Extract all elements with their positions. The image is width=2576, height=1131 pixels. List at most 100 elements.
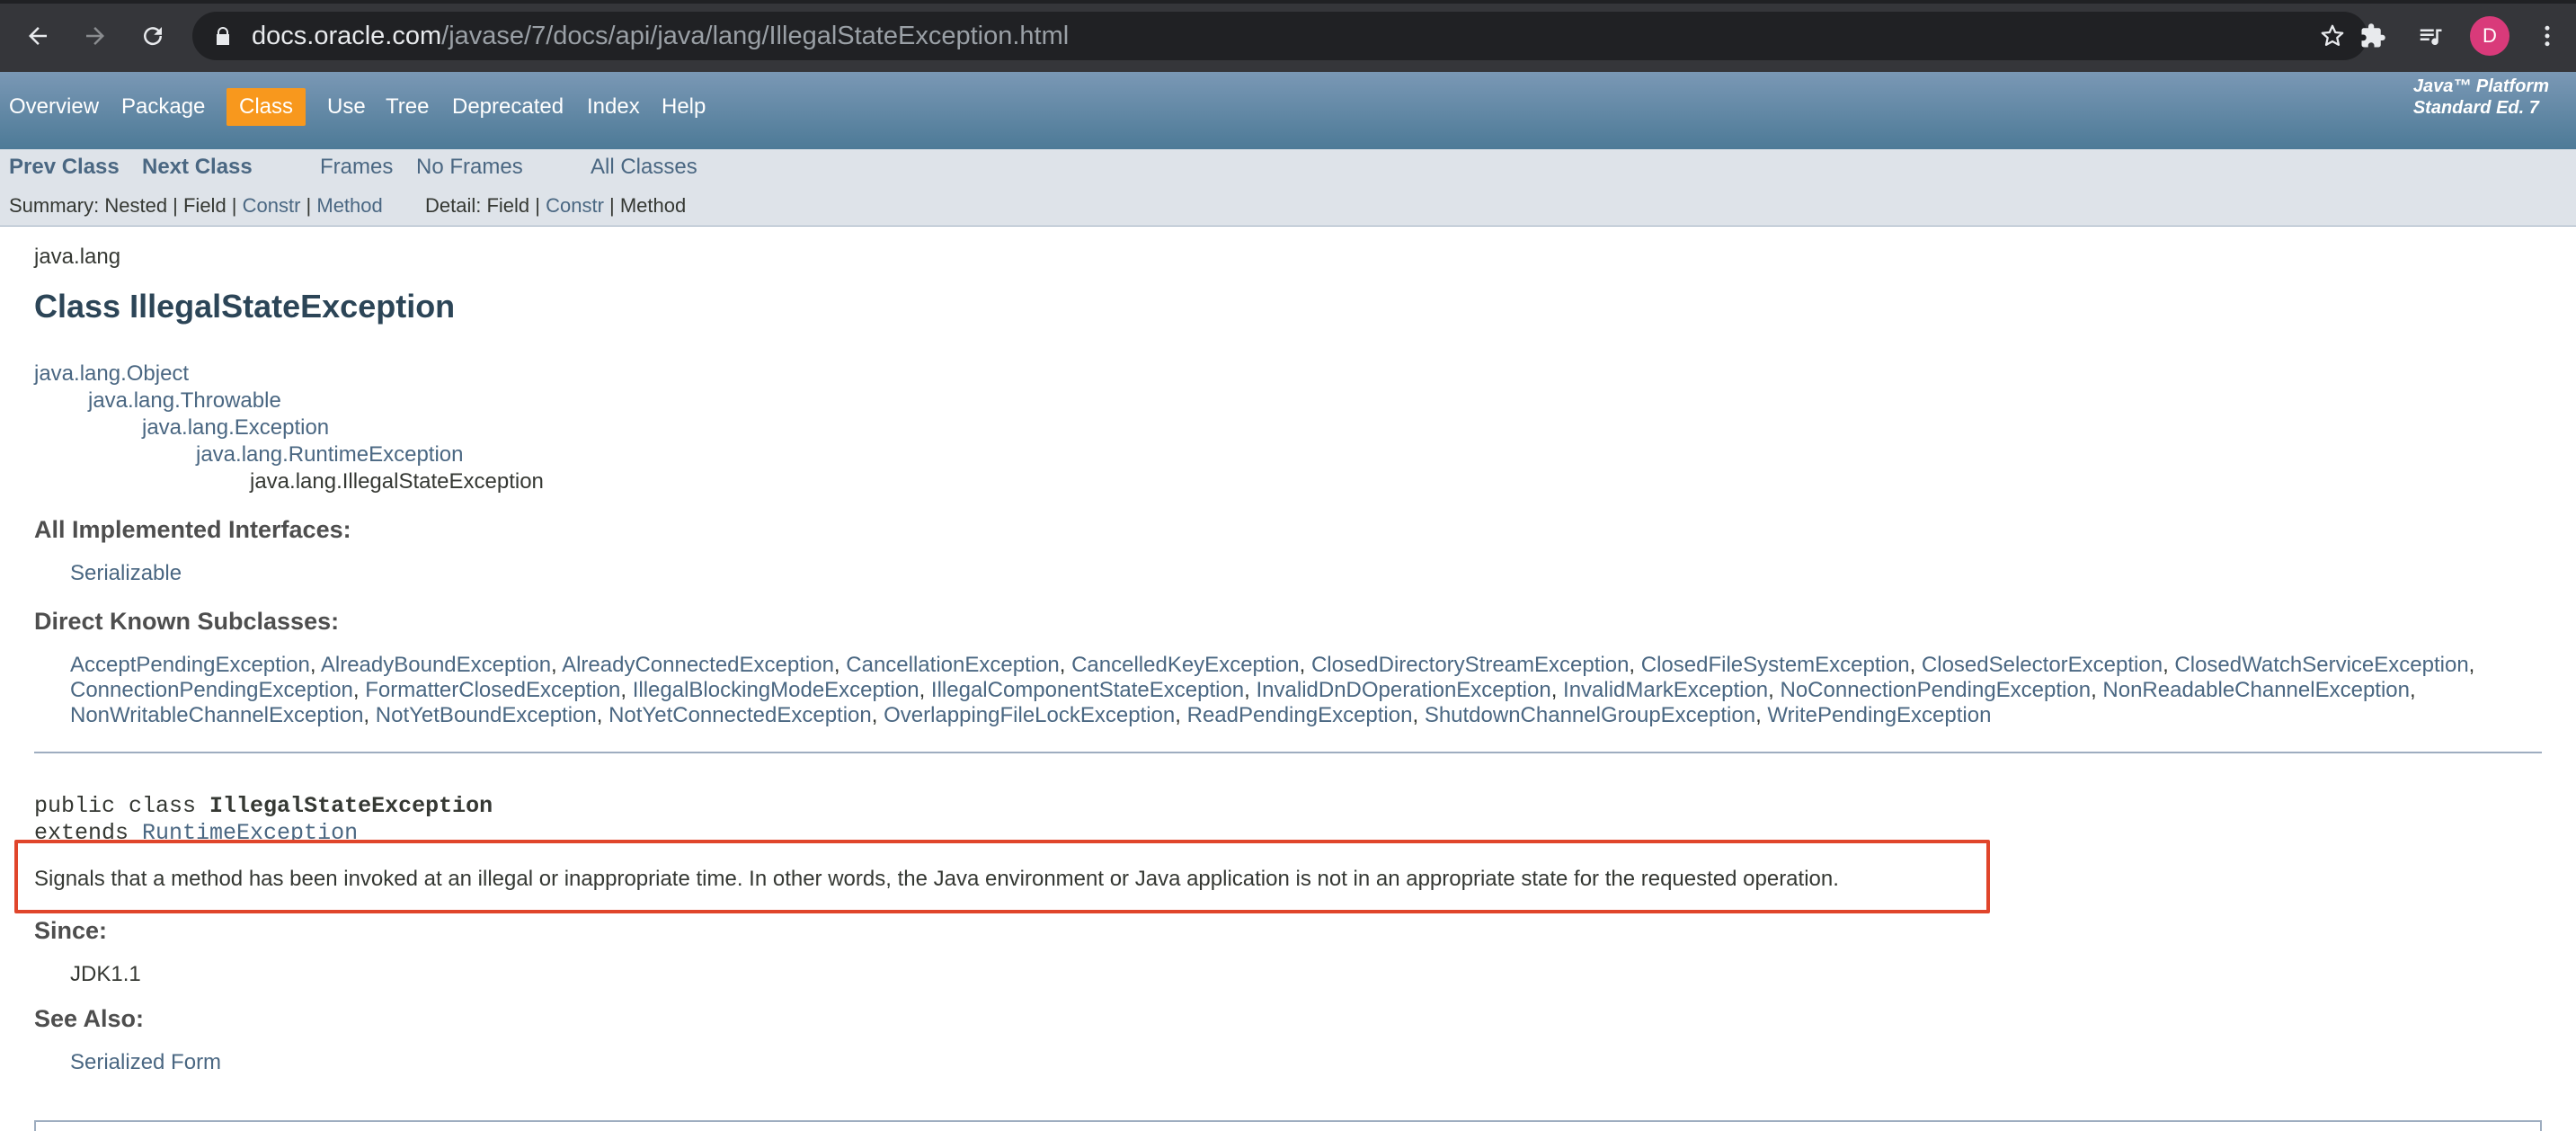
class-declaration: public class IllegalStateException <box>34 793 493 819</box>
url-path: /javase/7/docs/api/java/lang/IllegalStat… <box>441 22 1070 50</box>
subclass-link[interactable]: InvalidMarkException <box>1563 678 1768 702</box>
extends-prefix: extends <box>34 820 143 840</box>
subclass-separator: , <box>2409 678 2416 702</box>
next-class-link[interactable]: Next Class <box>142 155 253 180</box>
summary-constr-link[interactable]: Constr <box>243 194 301 217</box>
subclass-link[interactable]: NotYetBoundException <box>376 703 597 727</box>
subclass-link[interactable]: WritePendingException <box>1767 703 1991 727</box>
subclass-link[interactable]: AlreadyConnectedException <box>562 653 834 677</box>
subclass-separator: , <box>1412 703 1425 727</box>
nav-overview[interactable]: Overview <box>9 90 99 124</box>
inheritance-exception-link[interactable]: java.lang.Exception <box>142 415 329 441</box>
platform-label-line1: Java™ Platform <box>2412 76 2549 96</box>
subclass-link[interactable]: OverlappingFileLockException <box>884 703 1175 727</box>
extensions-puzzle-icon[interactable] <box>2357 20 2389 52</box>
subclass-separator: , <box>1755 703 1768 727</box>
subclass-separator: , <box>1244 678 1257 702</box>
since-value: JDK1.1 <box>70 962 141 986</box>
subclass-link[interactable]: AcceptPendingException <box>70 653 310 677</box>
top-navigation-bar: Overview Package Class Use Tree Deprecat… <box>0 72 2576 149</box>
subclass-link[interactable]: AlreadyBoundException <box>321 653 551 677</box>
forward-arrow-icon[interactable] <box>79 20 111 52</box>
subclass-link[interactable]: ReadPendingException <box>1187 703 1413 727</box>
inheritance-runtimeexception-link[interactable]: java.lang.RuntimeException <box>196 442 464 468</box>
media-queue-icon[interactable] <box>2414 20 2447 52</box>
nav-help[interactable]: Help <box>662 90 706 124</box>
inheritance-throwable-link[interactable]: java.lang.Throwable <box>88 388 281 414</box>
interfaces-heading: All Implemented Interfaces: <box>34 516 351 543</box>
subclass-separator: , <box>309 653 321 677</box>
subclass-link[interactable]: FormatterClosedException <box>365 678 620 702</box>
subclass-separator: , <box>1629 653 1641 677</box>
kebab-menu-icon[interactable] <box>2531 20 2563 52</box>
subclass-separator: , <box>833 653 847 677</box>
nav-class-active[interactable]: Class <box>227 88 306 126</box>
decl-prefix: public class <box>34 793 210 819</box>
subclass-link[interactable]: IllegalComponentStateException <box>931 678 1244 702</box>
platform-label-line2: Standard Ed. 7 <box>2412 98 2539 118</box>
url-host: docs.oracle.com <box>252 22 442 50</box>
serialized-form-link[interactable]: Serialized Form <box>70 1050 221 1075</box>
detail-constr-link[interactable]: Constr <box>546 194 604 217</box>
since-heading: Since: <box>34 917 108 944</box>
subclass-separator: , <box>1175 703 1187 727</box>
inheritance-current-class: java.lang.IllegalStateException <box>250 469 544 494</box>
nav-use[interactable]: Use <box>327 90 366 124</box>
frames-link[interactable]: Frames <box>320 155 393 180</box>
address-bar[interactable]: docs.oracle.com/javase/7/docs/api/java/l… <box>192 12 2367 60</box>
interface-serializable-link[interactable]: Serializable <box>70 561 182 586</box>
subclass-separator: , <box>2091 678 2103 702</box>
subclass-separator: , <box>1550 678 1564 702</box>
subclass-separator: , <box>1768 678 1781 702</box>
subclass-separator: , <box>620 678 633 702</box>
no-frames-link[interactable]: No Frames <box>416 155 523 180</box>
subclass-link[interactable]: NotYetConnectedException <box>608 703 872 727</box>
subclasses-list: AcceptPendingException, AlreadyBoundExce… <box>70 653 2515 728</box>
summary-prefix: Summary: Nested | Field | <box>9 194 243 217</box>
all-classes-link[interactable]: All Classes <box>591 155 697 180</box>
reload-icon[interactable] <box>137 20 169 52</box>
subclass-link[interactable]: ConnectionPendingException <box>70 678 353 702</box>
subclass-separator: , <box>596 703 609 727</box>
inheritance-object-link[interactable]: java.lang.Object <box>34 361 189 387</box>
subclass-link[interactable]: ClosedFileSystemException <box>1641 653 1910 677</box>
subclass-link[interactable]: CancellationException <box>846 653 1059 677</box>
nav-deprecated[interactable]: Deprecated <box>452 90 564 124</box>
decl-class-name: IllegalStateException <box>209 793 493 819</box>
package-label: java.lang <box>34 245 121 269</box>
subclass-link[interactable]: InvalidDnDOperationException <box>1257 678 1551 702</box>
subclass-link[interactable]: NoConnectionPendingException <box>1780 678 2091 702</box>
summary-sep: | <box>300 194 317 217</box>
subclass-separator: , <box>919 678 931 702</box>
subclasses-heading: Direct Known Subclasses: <box>34 608 340 635</box>
subclass-link[interactable]: ShutdownChannelGroupException <box>1425 703 1755 727</box>
subclass-link[interactable]: IllegalBlockingModeException <box>633 678 919 702</box>
subclass-separator: , <box>2468 653 2475 677</box>
lock-icon[interactable] <box>212 25 234 47</box>
tab-strip-edge <box>0 0 2576 4</box>
summary-method-link[interactable]: Method <box>316 194 382 217</box>
profile-avatar[interactable]: D <box>2470 16 2509 56</box>
nav-tree[interactable]: Tree <box>386 90 429 124</box>
nav-package[interactable]: Package <box>121 90 205 124</box>
subclass-separator: , <box>363 703 376 727</box>
subclass-link[interactable]: ClosedSelectorException <box>1922 653 2163 677</box>
back-arrow-icon[interactable] <box>22 20 54 52</box>
url-text[interactable]: docs.oracle.com/javase/7/docs/api/java/l… <box>252 22 1069 50</box>
subclass-link[interactable]: CancelledKeyException <box>1071 653 1300 677</box>
subclass-separator: , <box>2163 653 2175 677</box>
subclass-link[interactable]: NonReadableChannelException <box>2102 678 2410 702</box>
nav-index[interactable]: Index <box>587 90 640 124</box>
page-title: Class IllegalStateException <box>34 288 456 325</box>
subclass-link[interactable]: NonWritableChannelException <box>70 703 363 727</box>
sub-navigation-bar: Prev Class Next Class Frames No Frames A… <box>0 149 2576 227</box>
detail-sep: | Method <box>603 194 687 217</box>
subclass-separator: , <box>551 653 563 677</box>
extends-runtimeexception-link[interactable]: RuntimeException <box>142 820 358 840</box>
prev-class-link[interactable]: Prev Class <box>9 155 120 180</box>
detail-prefix: Detail: Field | <box>425 194 546 217</box>
subclass-link[interactable]: ClosedWatchServiceException <box>2174 653 2468 677</box>
summary-section-box <box>34 1120 2542 1131</box>
star-icon[interactable] <box>2319 22 2346 49</box>
subclass-link[interactable]: ClosedDirectoryStreamException <box>1311 653 1629 677</box>
